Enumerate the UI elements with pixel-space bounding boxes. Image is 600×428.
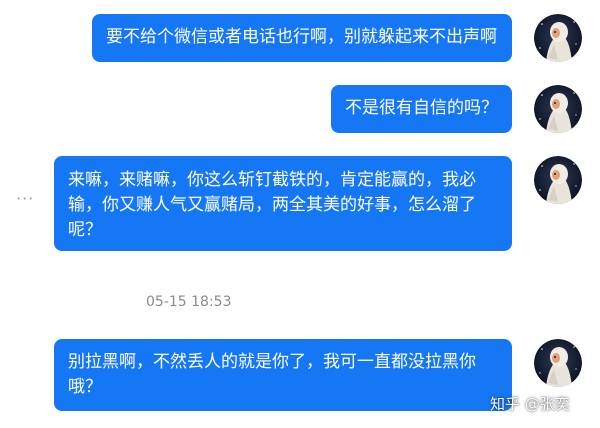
avatar[interactable]	[534, 339, 582, 387]
message-bubble[interactable]: 别拉黑啊，不然丢人的就是你了，我可一直都没拉黑你哦？	[54, 339, 512, 411]
message-timestamp: 05-15 18:53	[146, 294, 232, 310]
avatar-image	[534, 14, 582, 62]
message-bubble[interactable]: 不是很有自信的吗？	[331, 85, 512, 133]
message-text: 来嘛，来赌嘛，你这么斩钉截铁的，肯定能赢的，我必输，你又赚人气又赢赌局，两全其美…	[68, 170, 476, 240]
avatar[interactable]	[534, 85, 582, 133]
message-text: 要不给个微信或者电话也行啊，别就躲起来不出声啊	[106, 27, 497, 47]
avatar-image	[534, 156, 582, 204]
avatar[interactable]	[534, 14, 582, 62]
message-text: 不是很有自信的吗？	[345, 98, 498, 118]
more-dots-icon[interactable]: ···	[16, 189, 34, 208]
message-bubble[interactable]: 要不给个微信或者电话也行啊，别就躲起来不出声啊	[92, 14, 512, 62]
avatar[interactable]	[534, 156, 582, 204]
message-text: 别拉黑啊，不然丢人的就是你了，我可一直都没拉黑你哦？	[68, 352, 476, 397]
chat-conversation: 要不给个微信或者电话也行啊，别就躲起来不出声啊 不是很有自信的吗？ ··· 来嘛…	[0, 0, 600, 428]
avatar-image	[534, 339, 582, 387]
message-bubble[interactable]: 来嘛，来赌嘛，你这么斩钉截铁的，肯定能赢的，我必输，你又赚人气又赢赌局，两全其美…	[54, 156, 512, 251]
avatar-image	[534, 85, 582, 133]
watermark: 知乎 @张奕	[490, 395, 570, 413]
